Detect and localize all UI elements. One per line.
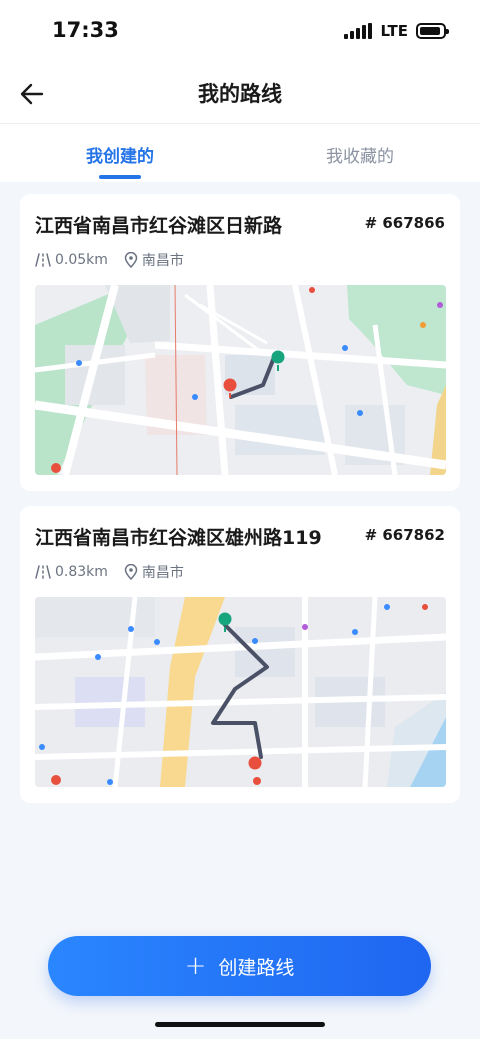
route-map[interactable] [35,597,446,787]
signal-icon [344,23,373,39]
tab-favorites[interactable]: 我收藏的 [240,142,480,167]
tab-created[interactable]: 我创建的 [0,142,240,167]
route-distance-icon [35,565,51,579]
route-title: 江西省南昌市红谷滩区日新路 [35,215,283,237]
route-distance: 0.83km [55,564,108,580]
route-distance-icon [35,253,51,267]
status-indicators: LTE [344,22,449,40]
route-distance: 0.05km [55,252,108,268]
battery-icon [416,23,449,39]
location-pin-icon [124,564,138,580]
route-id: # 667866 [364,214,445,232]
create-route-button[interactable]: + 创建路线 [48,936,431,996]
status-bar: 17:33 LTE [0,0,480,64]
route-title: 江西省南昌市红谷滩区雄州路119 [35,527,322,549]
route-meta: 0.83km 南昌市 [35,562,200,582]
location-pin-icon [124,252,138,268]
home-indicator [155,1022,325,1027]
plus-icon: + [184,951,207,981]
route-city: 南昌市 [141,253,184,269]
status-time: 17:33 [52,18,119,42]
route-card[interactable]: 江西省南昌市红谷滩区日新路 # 667866 0.05km 南昌市 [20,194,460,491]
page-title: 我的路线 [198,82,282,106]
tab-bar: 我创建的 我收藏的 [0,124,480,182]
network-label: LTE [380,22,408,40]
nav-bar: 我的路线 [0,64,480,124]
create-route-label: 创建路线 [218,956,295,979]
route-map[interactable] [35,285,446,475]
route-meta: 0.05km 南昌市 [35,250,200,270]
route-id: # 667862 [364,526,445,544]
tab-indicator [99,175,141,179]
route-card[interactable]: 江西省南昌市红谷滩区雄州路119 # 667862 0.83km 南昌市 [20,506,460,803]
route-city: 南昌市 [141,565,184,581]
